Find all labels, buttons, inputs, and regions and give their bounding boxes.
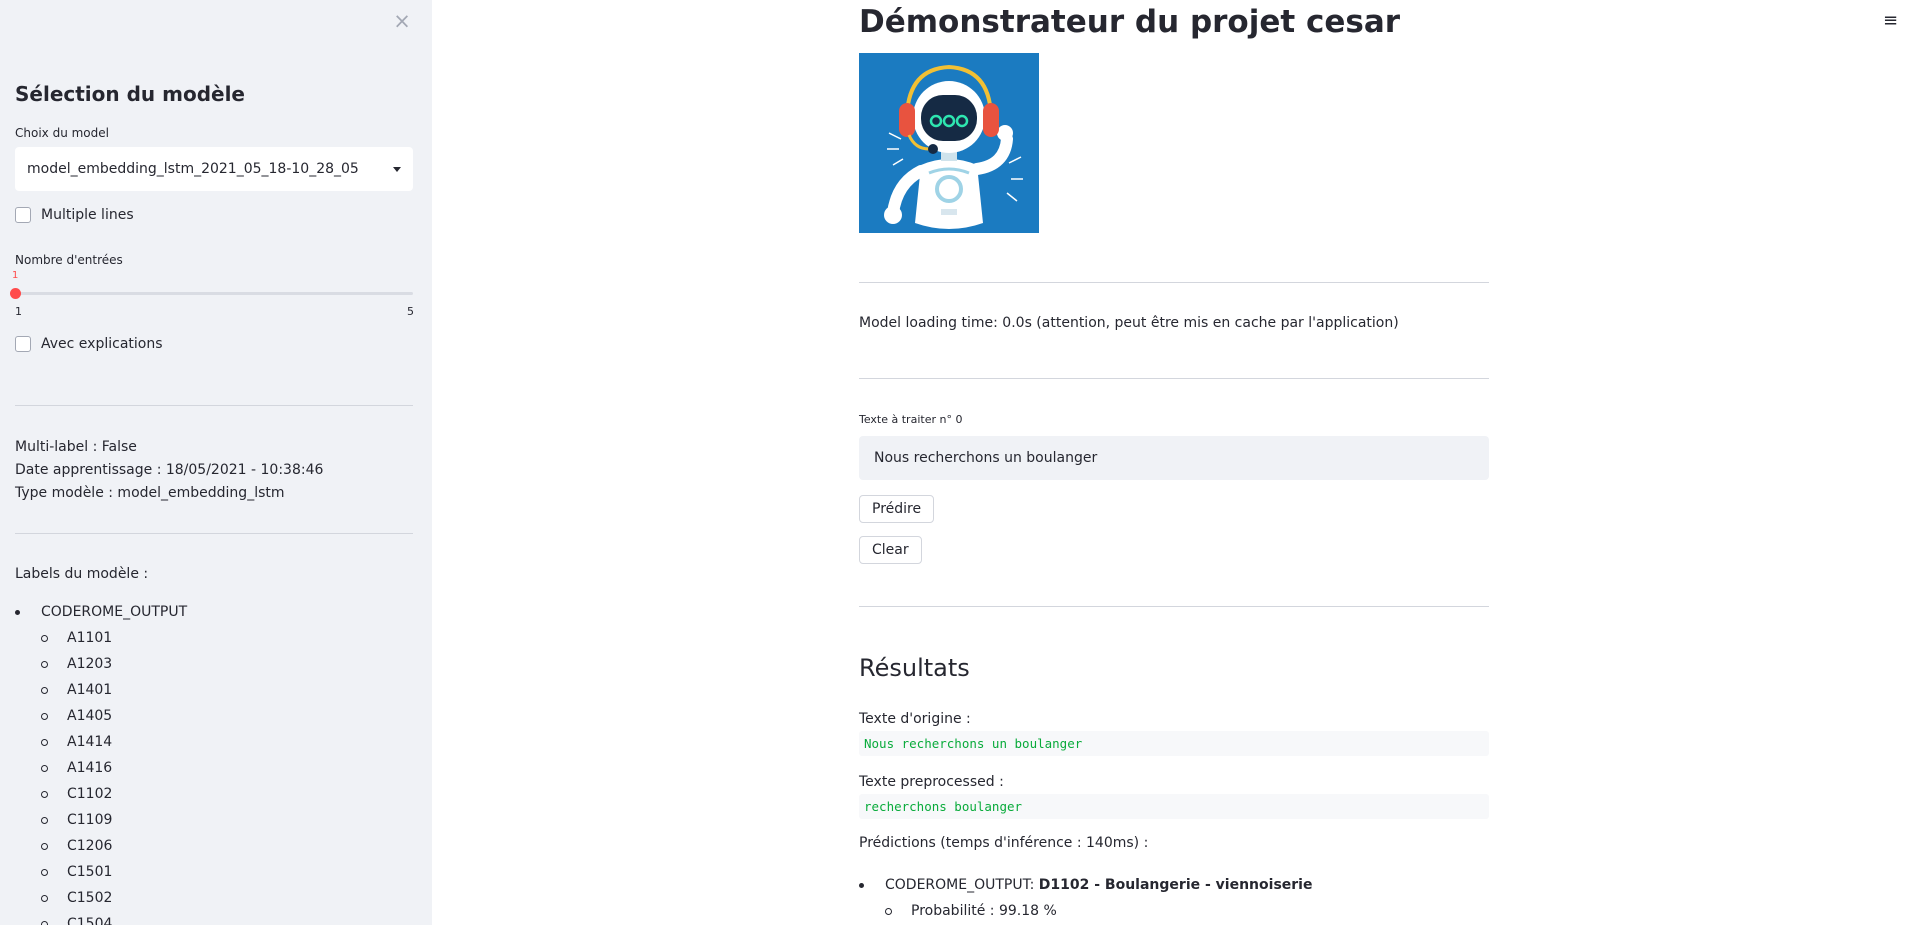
close-sidebar-icon[interactable]: × (392, 9, 412, 33)
divider (15, 405, 413, 406)
info-multi-label: Multi-label : False (15, 439, 137, 455)
list-item: C1206 (15, 836, 413, 862)
prediction-item: CODEROME_OUTPUT: D1102 - Boulangerie - v… (859, 875, 1489, 901)
model-select-label: Choix du model (15, 126, 109, 140)
list-item: C1504 (15, 914, 413, 925)
list-item: A1101 (15, 628, 413, 654)
chevron-down-icon (393, 166, 401, 172)
slider-track[interactable] (15, 292, 413, 295)
sidebar: × Sélection du modèle Choix du model mod… (0, 0, 432, 925)
slider-thumb[interactable] (10, 288, 21, 299)
predictions-label: Prédictions (temps d'inférence : 140ms) … (859, 835, 1149, 851)
predict-button[interactable]: Prédire (859, 495, 935, 523)
list-item: A1414 (15, 732, 413, 758)
info-type: Type modèle : model_embedding_lstm (15, 485, 285, 501)
avec-explications-label: Avec explications (41, 336, 163, 352)
origin-text-label: Texte d'origine : (859, 711, 971, 727)
info-date: Date apprentissage : 18/05/2021 - 10:38:… (15, 462, 324, 478)
preprocessed-text-code: recherchons boulanger (859, 794, 1489, 819)
results-title: Résultats (859, 654, 970, 682)
list-item: A1401 (15, 680, 413, 706)
list-item: C1109 (15, 810, 413, 836)
list-item: C1501 (15, 862, 413, 888)
labels-group: CODEROME_OUTPUT (15, 602, 413, 628)
prediction-key: CODEROME_OUTPUT: (885, 877, 1039, 893)
page-title: Démonstrateur du projet cesar (859, 4, 1401, 40)
divider (15, 533, 413, 534)
clear-button[interactable]: Clear (859, 536, 922, 564)
origin-text-code: Nous recherchons un boulanger (859, 731, 1489, 756)
menu-icon[interactable]: ≡ (1883, 10, 1898, 31)
list-item: A1416 (15, 758, 413, 784)
loading-time-text: Model loading time: 0.0s (attention, peu… (859, 315, 1399, 331)
list-item: A1203 (15, 654, 413, 680)
divider (859, 282, 1489, 283)
sidebar-title: Sélection du modèle (15, 82, 245, 106)
list-item: C1502 (15, 888, 413, 914)
multiple-lines-label: Multiple lines (41, 207, 134, 223)
divider (859, 606, 1489, 607)
predictions-list: CODEROME_OUTPUT: D1102 - Boulangerie - v… (859, 875, 1489, 927)
text-input[interactable] (859, 436, 1489, 480)
list-item: A1405 (15, 706, 413, 732)
preprocessed-text-label: Texte preprocessed : (859, 774, 1004, 790)
prediction-probability: Probabilité : 99.18 % (859, 901, 1489, 927)
slider-value: 1 (12, 270, 19, 281)
avec-explications-checkbox[interactable]: Avec explications (15, 336, 163, 352)
slider-min-label: 1 (15, 305, 22, 318)
list-item: C1102 (15, 784, 413, 810)
model-select[interactable]: model_embedding_lstm_2021_05_18-10_28_05 (15, 147, 413, 191)
model-select-value: model_embedding_lstm_2021_05_18-10_28_05 (27, 161, 359, 177)
slider-max-label: 5 (407, 305, 414, 318)
text-input-label: Texte à traiter n° 0 (859, 413, 963, 426)
labels-list: CODEROME_OUTPUT A1101 A1203 A1401 A1405 … (15, 602, 413, 925)
checkbox-icon[interactable] (15, 207, 31, 223)
slider-label: Nombre d'entrées (15, 253, 123, 267)
prediction-value: D1102 - Boulangerie - viennoiserie (1038, 877, 1313, 893)
divider (859, 378, 1489, 379)
robot-image (859, 53, 1039, 233)
labels-title: Labels du modèle : (15, 566, 149, 582)
multiple-lines-checkbox[interactable]: Multiple lines (15, 207, 134, 223)
checkbox-icon[interactable] (15, 336, 31, 352)
